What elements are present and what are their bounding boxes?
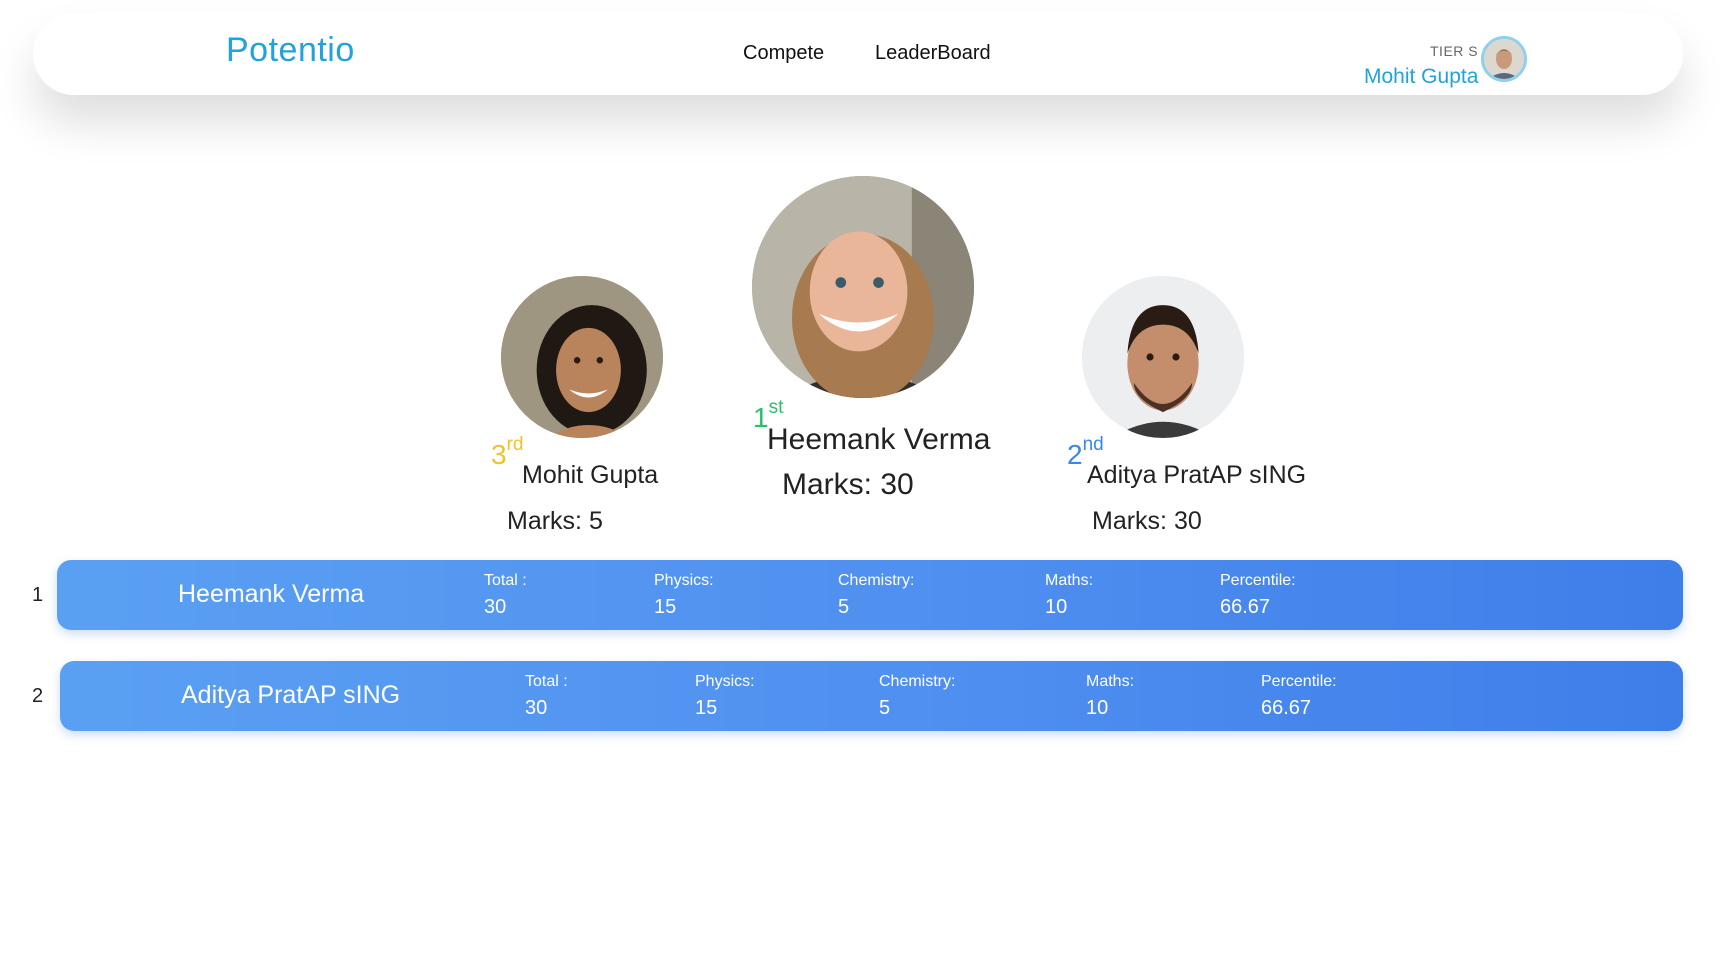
leaderboard-row[interactable]: Heemank Verma Total : 30 Physics: 15 Che… [57, 560, 1683, 630]
stat-percentile-label: Percentile: [1220, 572, 1296, 589]
stat-chemistry: Chemistry: 5 [838, 570, 914, 622]
stat-maths-value: 10 [1045, 596, 1068, 618]
third-place-rank: 3rd [491, 435, 523, 470]
stat-percentile-value: 66.67 [1261, 697, 1312, 719]
top-navbar: Potentio Compete LeaderBoard TIER S Mohi… [33, 13, 1683, 95]
stat-total: Total : 30 [525, 671, 568, 723]
row-index: 1 [32, 584, 44, 606]
third-place-portrait-icon [501, 276, 663, 438]
first-place-avatar [752, 176, 974, 398]
user-name[interactable]: Mohit Gupta [1364, 65, 1478, 89]
first-place-marks: Marks: 30 [782, 468, 914, 501]
third-place-avatar [501, 276, 663, 438]
stat-maths: Maths: 10 [1086, 671, 1134, 723]
third-place-rank-suffix: rd [506, 434, 524, 455]
stat-chemistry-value: 5 [879, 697, 891, 719]
stat-chemistry-label: Chemistry: [838, 572, 915, 589]
stat-total-label: Total : [484, 572, 527, 589]
stat-maths: Maths: 10 [1045, 570, 1093, 622]
third-place-marks: Marks: 5 [507, 507, 603, 535]
second-place-rank-suffix: nd [1082, 434, 1104, 455]
second-place-name: Aditya PratAP sING [1087, 461, 1307, 489]
second-place-marks: Marks: 30 [1092, 507, 1202, 535]
user-avatar[interactable] [1481, 36, 1527, 82]
first-place-name: Heemank Verma [767, 423, 991, 456]
second-place-portrait-icon [1082, 276, 1244, 438]
stat-total: Total : 30 [484, 570, 527, 622]
leaderboard-row[interactable]: Aditya PratAP sING Total : 30 Physics: 1… [60, 661, 1683, 731]
stat-physics: Physics: 15 [654, 570, 714, 622]
third-place-name: Mohit Gupta [522, 461, 659, 489]
second-place-rank-number: 2 [1067, 439, 1083, 470]
stat-total-value: 30 [525, 697, 548, 719]
stat-physics-label: Physics: [654, 572, 714, 589]
stat-chemistry-value: 5 [838, 596, 850, 618]
stat-physics-value: 15 [695, 697, 718, 719]
stat-percentile: Percentile: 66.67 [1261, 671, 1337, 723]
user-tier-label: TIER S [1430, 43, 1479, 59]
stat-physics-label: Physics: [695, 673, 755, 690]
stat-chemistry-label: Chemistry: [879, 673, 956, 690]
row-player-name: Aditya PratAP sING [181, 681, 401, 709]
row-player-name: Heemank Verma [178, 580, 365, 608]
stat-percentile-label: Percentile: [1261, 673, 1337, 690]
stat-maths-label: Maths: [1086, 673, 1135, 690]
first-place-portrait-icon [752, 176, 974, 398]
stat-total-value: 30 [484, 596, 507, 618]
nav-leaderboard-link[interactable]: LeaderBoard [875, 42, 991, 65]
second-place-avatar [1082, 276, 1244, 438]
stat-maths-label: Maths: [1045, 572, 1094, 589]
stat-total-label: Total : [525, 673, 568, 690]
stat-percentile-value: 66.67 [1220, 596, 1271, 618]
stat-physics-value: 15 [654, 596, 677, 618]
stat-maths-value: 10 [1086, 697, 1109, 719]
stat-physics: Physics: 15 [695, 671, 755, 723]
first-place-rank-suffix: st [768, 397, 784, 418]
stat-percentile: Percentile: 66.67 [1220, 570, 1296, 622]
row-index: 2 [32, 685, 44, 707]
brand-logo[interactable]: Potentio [226, 31, 355, 70]
user-portrait-icon [1484, 39, 1524, 79]
third-place-rank-number: 3 [491, 439, 507, 470]
nav-compete-link[interactable]: Compete [743, 42, 824, 65]
stat-chemistry: Chemistry: 5 [879, 671, 955, 723]
